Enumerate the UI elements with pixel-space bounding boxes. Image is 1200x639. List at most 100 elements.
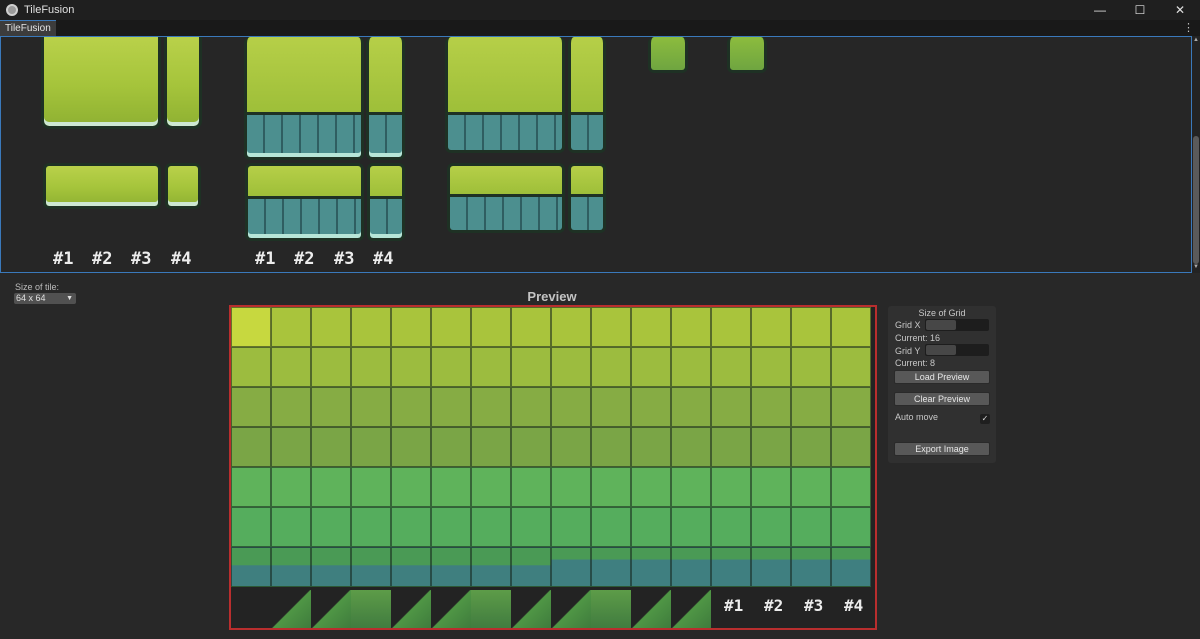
preview-tile: [231, 387, 271, 427]
preview-tile: [711, 427, 751, 467]
preview-tile: [751, 307, 791, 347]
grid-y-slider[interactable]: [925, 344, 989, 356]
preview-tile: [711, 507, 751, 547]
grass-cliff-top-single: [367, 163, 405, 199]
preview-tile: [551, 427, 591, 467]
preview-tile: [751, 507, 791, 547]
preview-canvas[interactable]: #1 #2 #3 #4: [229, 305, 877, 630]
auto-move-label: Auto move: [895, 412, 939, 422]
preview-tile: [671, 307, 711, 347]
preview-tile: [351, 307, 391, 347]
stone-cliff-single: [367, 199, 405, 241]
preview-tile: [591, 307, 631, 347]
preview-tile: [671, 427, 711, 467]
preview-tile: [351, 427, 391, 467]
tab-bar: TileFusion ⋮: [0, 20, 1200, 36]
preview-slope-tile: [511, 590, 551, 628]
preview-tile: [311, 507, 351, 547]
preview-tile: [231, 347, 271, 387]
preview-tile: [591, 507, 631, 547]
grass-tile-row: [43, 163, 161, 209]
dark-stone-large: [445, 115, 565, 153]
preview-tile: [591, 427, 631, 467]
clear-preview-button[interactable]: Clear Preview: [894, 392, 990, 406]
tileset-scrollbar[interactable]: ▲ ▼: [1192, 36, 1200, 273]
grid-x-slider[interactable]: [925, 319, 989, 331]
preview-tile: [471, 427, 511, 467]
preview-tile: [671, 347, 711, 387]
preview-tile: [831, 507, 871, 547]
preview-tile: [271, 347, 311, 387]
preview-tile: [631, 507, 671, 547]
export-image-button[interactable]: Export Image: [894, 442, 990, 456]
window-title: TileFusion: [24, 4, 75, 16]
tileset-label: #2: [92, 249, 113, 269]
scroll-up-icon[interactable]: ▲: [1192, 37, 1200, 43]
tab-tilefusion[interactable]: TileFusion: [0, 20, 56, 36]
preview-tile: [431, 347, 471, 387]
preview-tile: [471, 387, 511, 427]
kebab-menu-icon[interactable]: ⋮: [1183, 21, 1194, 34]
dark-stone-column: [568, 115, 606, 153]
preview-tile: [511, 347, 551, 387]
close-button[interactable]: ✕: [1160, 0, 1200, 20]
preview-tile: [511, 547, 551, 587]
preview-tile: [831, 467, 871, 507]
preview-tile: [791, 467, 831, 507]
tile-size-dropdown[interactable]: 64 x 64 ▼: [14, 293, 76, 304]
grass-tile-large: [41, 37, 161, 129]
preview-tile: [471, 307, 511, 347]
preview-tile: [391, 507, 431, 547]
preview-slope-tile: [271, 590, 311, 628]
preview-tile: [311, 427, 351, 467]
maximize-button[interactable]: ☐: [1120, 0, 1160, 20]
preview-slope-tile: [391, 590, 431, 628]
grass-cliff-top-column: [366, 37, 405, 115]
minimize-button[interactable]: —: [1080, 0, 1120, 20]
preview-tile: [791, 547, 831, 587]
preview-tile: [271, 427, 311, 467]
preview-tile: [791, 387, 831, 427]
grass-dark-top-single: [568, 163, 606, 197]
preview-tile: [551, 467, 591, 507]
grid-panel-title: Size of Grid: [918, 308, 966, 318]
preview-tile: [351, 467, 391, 507]
preview-tile: [631, 547, 671, 587]
preview-tile: [831, 347, 871, 387]
preview-tile: [631, 427, 671, 467]
preview-tile: [831, 427, 871, 467]
preview-tile: [431, 427, 471, 467]
tileset-label: #4: [373, 249, 394, 269]
preview-tile: [471, 547, 511, 587]
preview-tile: [551, 387, 591, 427]
preview-tile: [671, 467, 711, 507]
grass-dark-top-large: [445, 37, 565, 115]
title-bar: TileFusion — ☐ ✕: [0, 0, 1200, 20]
grass-cliff-top-large: [244, 37, 364, 115]
scroll-down-icon[interactable]: ▼: [1192, 264, 1200, 270]
preview-tile: [591, 547, 631, 587]
grid-y-current: Current: 8: [895, 358, 936, 368]
scroll-thumb[interactable]: [1193, 136, 1199, 264]
auto-move-checkbox[interactable]: ✓: [980, 414, 990, 424]
preview-tile: [271, 387, 311, 427]
preview-tile: [751, 347, 791, 387]
preview-slope-tile: [631, 590, 671, 628]
tileset-view[interactable]: #1 #2 #3 #4 #1 #2 #3 #4: [0, 36, 1192, 273]
preview-tile: [551, 307, 591, 347]
preview-tile: [591, 467, 631, 507]
preview-tile: [431, 547, 471, 587]
preview-tile: [391, 347, 431, 387]
load-preview-button[interactable]: Load Preview: [894, 370, 990, 384]
preview-tile: [751, 387, 791, 427]
preview-tile: [311, 547, 351, 587]
preview-tile: [471, 467, 511, 507]
preview-tile: [391, 427, 431, 467]
preview-tile: [431, 307, 471, 347]
chevron-down-icon: ▼: [66, 295, 73, 302]
preview-tile: [831, 547, 871, 587]
preview-tile: [711, 387, 751, 427]
preview-tile: [511, 467, 551, 507]
preview-tile: [631, 467, 671, 507]
tile-size-value: 64 x 64: [16, 293, 46, 303]
